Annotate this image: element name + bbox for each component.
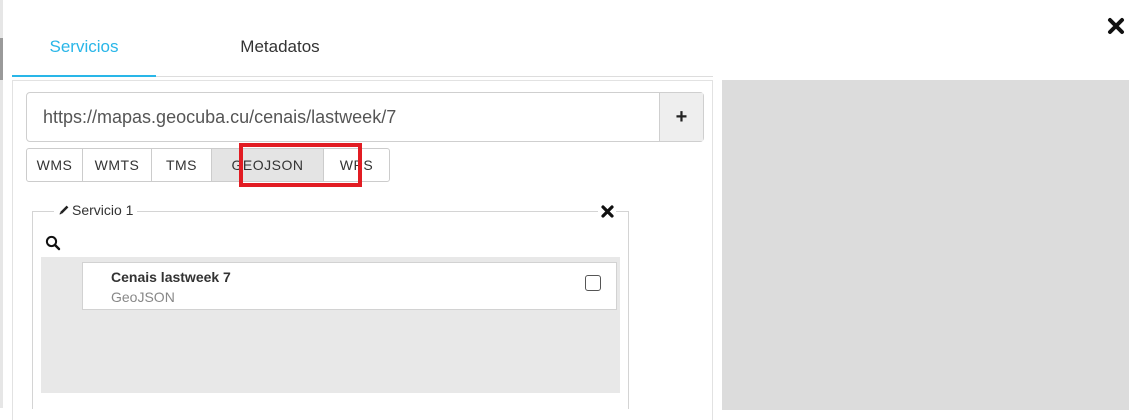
close-dialog-button[interactable]: [1104, 14, 1128, 38]
layer-checkbox[interactable]: [585, 275, 601, 291]
window-edge-marker: [0, 38, 3, 80]
type-wms-button[interactable]: WMS: [26, 148, 83, 182]
close-icon: [1108, 18, 1124, 34]
type-wps-button[interactable]: WPS: [323, 148, 390, 182]
list-item[interactable]: Cenais lastweek 7 GeoJSON: [82, 262, 617, 310]
add-service-label: +: [675, 105, 688, 128]
layer-title: Cenais lastweek 7: [111, 269, 231, 285]
service-url-input[interactable]: [27, 93, 659, 141]
active-tab-indicator: [12, 75, 156, 77]
service-type-selector: WMS WMTS TMS GEOJSON WPS: [26, 148, 390, 182]
search-icon[interactable]: [45, 235, 61, 251]
layer-type: GeoJSON: [111, 289, 175, 305]
type-tms-button[interactable]: TMS: [151, 148, 212, 182]
remove-service-button[interactable]: [598, 202, 616, 220]
type-geojson-label: GEOJSON: [231, 157, 304, 173]
type-wms-label: WMS: [36, 157, 73, 173]
service-title: Servicio 1: [72, 202, 134, 218]
tab-metadatos-label: Metadatos: [240, 37, 320, 56]
add-service-button[interactable]: +: [659, 93, 703, 141]
preview-panel: [722, 80, 1129, 410]
service-url-group: +: [26, 92, 704, 142]
service-legend: Servicio 1: [54, 200, 138, 220]
tab-servicios-label: Servicios: [49, 37, 119, 56]
tab-metadatos[interactable]: Metadatos: [200, 36, 360, 76]
type-wps-label: WPS: [339, 157, 374, 173]
pencil-icon: [59, 205, 69, 215]
tab-bar: Servicios Metadatos: [12, 0, 713, 77]
close-icon: [600, 204, 614, 218]
type-geojson-button[interactable]: GEOJSON: [211, 148, 324, 182]
type-tms-label: TMS: [165, 157, 198, 173]
type-wmts-button[interactable]: WMTS: [82, 148, 152, 182]
tab-servicios[interactable]: Servicios: [12, 36, 156, 77]
type-wmts-label: WMTS: [94, 157, 140, 173]
